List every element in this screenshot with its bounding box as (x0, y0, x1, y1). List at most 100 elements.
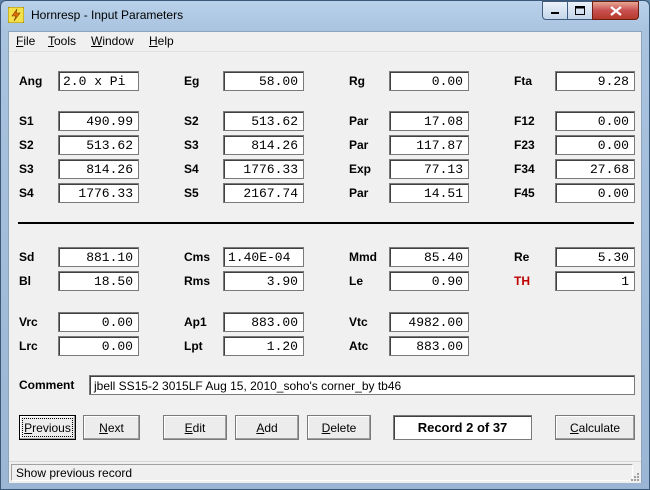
bl-field[interactable]: 18.50 (58, 271, 139, 291)
le-label: Le (349, 274, 364, 288)
f34-field[interactable]: 27.68 (555, 159, 635, 179)
s4-field[interactable]: 1776.33 (58, 183, 139, 203)
maximize-icon (575, 6, 585, 15)
s2-field[interactable]: 513.62 (223, 111, 304, 131)
maximize-button[interactable] (567, 1, 593, 20)
delete-button[interactable]: Delete (307, 415, 371, 440)
s3-field[interactable]: 814.26 (58, 159, 139, 179)
menu-tools[interactable]: Tools (48, 34, 76, 48)
delete-label: elete (330, 420, 357, 435)
f45-field[interactable]: 0.00 (555, 183, 635, 203)
mmd-label: Mmd (349, 250, 377, 264)
f12-label: F12 (514, 114, 535, 128)
s3-label: S3 (184, 138, 199, 152)
minimize-icon (551, 11, 559, 14)
exp-label: Exp (349, 162, 372, 176)
close-button[interactable] (592, 1, 639, 20)
edit-label: dit (192, 420, 206, 435)
s5-label: S5 (184, 186, 199, 200)
f45-label: F45 (514, 186, 535, 200)
vrc-label: Vrc (19, 315, 38, 329)
ap1-field[interactable]: 883.00 (223, 312, 304, 332)
edit-button[interactable]: Edit (163, 415, 227, 440)
s4-label: S4 (19, 186, 34, 200)
s1-field[interactable]: 490.99 (58, 111, 139, 131)
menu-file-label: ile (23, 34, 36, 48)
sd-field[interactable]: 881.10 (58, 247, 139, 267)
minimize-button[interactable] (542, 1, 568, 20)
menu-tools-label: ools (54, 34, 77, 48)
f12-field[interactable]: 0.00 (555, 111, 635, 131)
rg-field[interactable]: 0.00 (389, 71, 469, 91)
cms-field[interactable]: 1.40E-04 (223, 247, 304, 267)
bl-label: Bl (19, 274, 31, 288)
section-divider (18, 222, 634, 224)
lrc-field[interactable]: 0.00 (58, 336, 139, 356)
le-field[interactable]: 0.90 (389, 271, 469, 291)
s4-label: S4 (184, 162, 199, 176)
s2-label: S2 (19, 138, 34, 152)
calculate-label: alculate (578, 420, 621, 435)
resize-grip-icon[interactable] (629, 471, 639, 481)
next-button[interactable]: Next (83, 415, 140, 440)
add-button[interactable]: Add (235, 415, 299, 440)
rms-label: Rms (184, 274, 211, 288)
window-title: Hornresp - Input Parameters (31, 8, 184, 22)
atc-label: Atc (349, 339, 369, 353)
client-area: File Tools Window Help Ang 2.0 x Pi Eg 5… (8, 31, 642, 483)
lrc-label: Lrc (19, 339, 38, 353)
eg-label: Eg (184, 74, 200, 88)
comment-field[interactable]: jbell SS15-2 3015LF Aug 15, 2010_soho's … (89, 375, 635, 395)
sd-label: Sd (19, 250, 35, 264)
lpt-field[interactable]: 1.20 (223, 336, 304, 356)
menu-help-accel: H (149, 34, 158, 48)
lpt-label: Lpt (184, 339, 203, 353)
edit-accel: E (184, 420, 193, 435)
par3-field[interactable]: 14.51 (389, 183, 469, 203)
add-accel: A (256, 420, 265, 435)
status-text: Show previous record (11, 464, 633, 481)
s2-label: S2 (184, 114, 199, 128)
vtc-field[interactable]: 4982.00 (389, 312, 469, 332)
menu-help[interactable]: Help (149, 34, 174, 48)
menu-file[interactable]: File (16, 34, 35, 48)
ap1-label: Ap1 (184, 315, 207, 329)
s3-field[interactable]: 814.26 (223, 135, 304, 155)
record-indicator: Record 2 of 37 (393, 415, 532, 440)
f23-field[interactable]: 0.00 (555, 135, 635, 155)
previous-button[interactable]: Previous (19, 415, 76, 440)
s2-field[interactable]: 513.62 (58, 135, 139, 155)
f23-label: F23 (514, 138, 535, 152)
re-field[interactable]: 5.30 (555, 247, 635, 267)
title-bar[interactable]: Hornresp - Input Parameters (1, 1, 649, 31)
calculate-button[interactable]: Calculate (555, 415, 635, 440)
par2-field[interactable]: 117.87 (389, 135, 469, 155)
fta-field[interactable]: 9.28 (555, 71, 635, 91)
par2-label: Par (349, 138, 369, 152)
close-icon (609, 5, 622, 16)
next-accel: N (99, 420, 108, 435)
cms-label: Cms (184, 250, 211, 264)
menu-window[interactable]: Window (91, 34, 134, 48)
th-label[interactable]: TH (514, 274, 530, 288)
rms-field[interactable]: 3.90 (223, 271, 304, 291)
menu-help-label: elp (157, 34, 174, 48)
vrc-field[interactable]: 0.00 (58, 312, 139, 332)
menu-bar: File Tools Window Help (9, 32, 641, 52)
s5-field[interactable]: 2167.74 (223, 183, 304, 203)
par3-label: Par (349, 186, 369, 200)
atc-field[interactable]: 883.00 (389, 336, 469, 356)
s4-field[interactable]: 1776.33 (223, 159, 304, 179)
exp-field[interactable]: 77.13 (389, 159, 469, 179)
th-field[interactable]: 1 (555, 271, 635, 291)
mmd-field[interactable]: 85.40 (389, 247, 469, 267)
re-label: Re (514, 250, 530, 264)
ang-field[interactable]: 2.0 x Pi (58, 71, 139, 91)
previous-accel: P (24, 420, 33, 435)
app-window: Hornresp - Input Parameters File Tools W… (0, 0, 650, 490)
eg-field[interactable]: 58.00 (223, 71, 304, 91)
par1-field[interactable]: 17.08 (389, 111, 469, 131)
previous-label: revious (32, 420, 71, 435)
f34-label: F34 (514, 162, 535, 176)
delete-accel: D (321, 420, 331, 435)
